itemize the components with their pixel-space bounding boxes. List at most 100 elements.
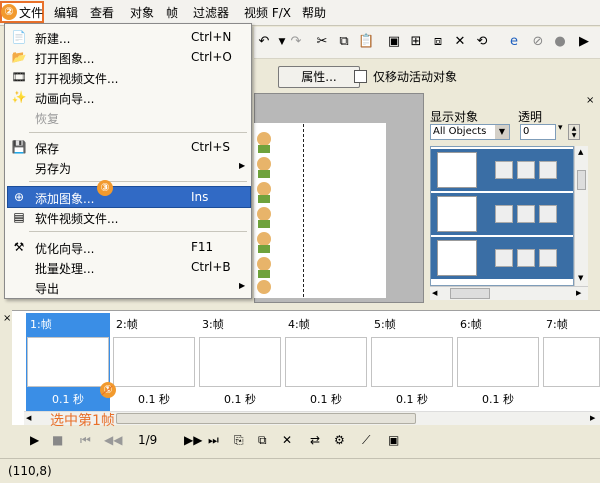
cut-icon[interactable]: ✂ <box>314 34 330 50</box>
duplicate-frame-icon[interactable]: ⧉ <box>258 433 267 447</box>
paste-icon[interactable]: 📋 <box>358 34 374 50</box>
color-icon[interactable] <box>539 249 557 267</box>
frame-3-label[interactable]: 3:帧 <box>198 315 280 335</box>
menu-view[interactable]: 查看 <box>90 5 114 21</box>
object-list[interactable] <box>430 146 574 286</box>
frame-3-duration[interactable]: 0.1 秒 <box>199 391 281 407</box>
first-frame-icon[interactable]: ⏮ <box>80 433 91 447</box>
only-move-active-checkbox[interactable] <box>354 70 367 83</box>
add-frame-icon[interactable]: ⊞ <box>408 34 424 50</box>
scroll-up-icon[interactable]: ▲ <box>578 148 583 156</box>
frame-6-label[interactable]: 6:帧 <box>456 315 538 335</box>
panel-close-icon[interactable]: × <box>586 95 594 106</box>
scroll-thumb[interactable] <box>450 288 490 299</box>
opacity-stepper[interactable]: ▲ ▼ <box>568 124 580 140</box>
menu-item-add-image[interactable]: ⊕ 添加图象... Ins <box>5 187 251 207</box>
object-list-hscrollbar[interactable]: ◀ ▶ <box>430 286 588 300</box>
frame-4-label[interactable]: 4:帧 <box>284 315 366 335</box>
list-item[interactable] <box>431 149 573 191</box>
crop-icon[interactable]: ⧈ <box>430 34 446 50</box>
redo-icon[interactable]: ↷ <box>288 34 304 50</box>
frame-4-duration[interactable]: 0.1 秒 <box>285 391 367 407</box>
menu-item-new[interactable]: 📄 新建... Ctrl+N <box>5 27 251 47</box>
resize-icon[interactable]: ✕ <box>452 34 468 50</box>
visibility-toggle[interactable] <box>495 249 513 267</box>
optimize-icon[interactable]: ⊘ <box>530 34 546 50</box>
tween-icon[interactable]: ⟋ <box>362 433 370 447</box>
color-icon[interactable] <box>539 161 557 179</box>
object-list-scrollbar[interactable]: ▲ ▼ <box>574 146 588 286</box>
menu-file[interactable]: 文件 <box>19 5 43 21</box>
menu-item-animation-wizard[interactable]: ✨ 动画向导... <box>5 87 251 107</box>
chevron-down-icon[interactable]: ▼ <box>495 125 509 139</box>
delete-frame-icon[interactable]: ✕ <box>282 433 292 447</box>
next-frame-icon[interactable]: ▶▶ <box>184 433 202 447</box>
menu-object[interactable]: 对象 <box>130 5 154 21</box>
opacity-spinner[interactable]: 0 <box>520 124 556 140</box>
stop-icon[interactable]: ■ <box>52 433 63 447</box>
frame-properties-icon[interactable]: ⚙ <box>334 433 345 447</box>
scroll-thumb[interactable] <box>116 413 416 424</box>
undo-icon[interactable]: ↶ <box>256 34 272 50</box>
menu-item-open-image[interactable]: 📂 打开图象... Ctrl+O <box>5 47 251 67</box>
scroll-left-icon[interactable]: ◀ <box>432 289 437 297</box>
timeline-close-icon[interactable]: × <box>3 313 11 324</box>
frame-icon[interactable]: ▣ <box>386 34 402 50</box>
frame-1-label[interactable]: 1:帧 <box>26 315 108 335</box>
objects-select[interactable]: All Objects ▼ <box>430 124 510 140</box>
menu-video-fx[interactable]: 视频 F/X <box>244 5 291 21</box>
menu-frame[interactable]: 帧 <box>166 5 178 21</box>
frame-2-label[interactable]: 2:帧 <box>112 315 194 335</box>
menu-edit[interactable]: 编辑 <box>54 5 78 21</box>
frame-6-duration[interactable]: 0.1 秒 <box>457 391 539 407</box>
visibility-toggle[interactable] <box>495 205 513 223</box>
copy-icon[interactable]: ⧉ <box>336 34 352 50</box>
scroll-right-icon[interactable]: ▶ <box>576 289 581 297</box>
frame-2-thumbnail[interactable] <box>113 337 195 387</box>
more-tools-icon[interactable]: ▶ <box>576 34 592 50</box>
frame-4-thumbnail[interactable] <box>285 337 367 387</box>
menu-item-save[interactable]: 💾 保存 Ctrl+S <box>5 137 251 157</box>
lock-toggle[interactable] <box>517 249 535 267</box>
save-frame-icon[interactable]: ▣ <box>388 433 399 447</box>
last-frame-icon[interactable]: ⏭ <box>208 433 219 447</box>
frame-2-duration[interactable]: 0.1 秒 <box>113 391 195 407</box>
lock-toggle[interactable] <box>517 205 535 223</box>
list-item[interactable] <box>431 237 573 279</box>
menu-item-export[interactable]: 导出 ▶ <box>5 277 251 297</box>
frame-3-thumbnail[interactable] <box>199 337 281 387</box>
scroll-left-icon[interactable]: ◀ <box>26 414 31 422</box>
scroll-thumb[interactable] <box>577 170 586 190</box>
frame-7-thumbnail[interactable] <box>543 337 600 387</box>
browser-preview-icon[interactable]: e <box>506 34 522 50</box>
lock-toggle[interactable] <box>517 161 535 179</box>
visibility-toggle[interactable] <box>495 161 513 179</box>
reverse-frames-icon[interactable]: ⇄ <box>310 433 320 447</box>
menu-item-save-as[interactable]: 另存为 ▶ <box>5 157 251 177</box>
rotate-icon[interactable]: ⟲ <box>474 34 490 50</box>
menu-item-batch[interactable]: 批量处理... Ctrl+B <box>5 257 251 277</box>
canvas[interactable] <box>254 123 386 298</box>
insert-frame-icon[interactable]: ⎘ <box>234 433 244 447</box>
opacity-dropdown-icon[interactable]: ▾ <box>558 124 563 133</box>
frame-5-label[interactable]: 5:帧 <box>370 315 452 335</box>
scroll-down-icon[interactable]: ▼ <box>578 274 583 282</box>
menu-item-software-video[interactable]: ▤ 软件视频文件... <box>5 207 251 227</box>
preview-icon[interactable]: ● <box>552 34 568 50</box>
frame-1-thumbnail[interactable] <box>27 337 109 387</box>
frame-5-duration[interactable]: 0.1 秒 <box>371 391 453 407</box>
menu-item-open-video[interactable]: 🎞 打开视频文件... <box>5 67 251 87</box>
frame-1-duration[interactable]: 0.1 秒 <box>27 391 109 407</box>
menu-filter[interactable]: 过滤器 <box>193 5 229 21</box>
color-icon[interactable] <box>539 205 557 223</box>
scroll-right-icon[interactable]: ▶ <box>590 414 595 422</box>
menu-item-optimize-wizard[interactable]: ⚒ 优化向导... F11 <box>5 237 251 257</box>
menu-help[interactable]: 帮助 <box>302 5 326 21</box>
frame-7-label[interactable]: 7:帧 <box>542 315 600 335</box>
prev-frame-icon[interactable]: ◀◀ <box>104 433 122 447</box>
play-icon[interactable]: ▶ <box>30 433 39 447</box>
properties-button[interactable]: 属性... <box>278 66 360 88</box>
list-item[interactable] <box>431 193 573 235</box>
frame-6-thumbnail[interactable] <box>457 337 539 387</box>
frame-5-thumbnail[interactable] <box>371 337 453 387</box>
